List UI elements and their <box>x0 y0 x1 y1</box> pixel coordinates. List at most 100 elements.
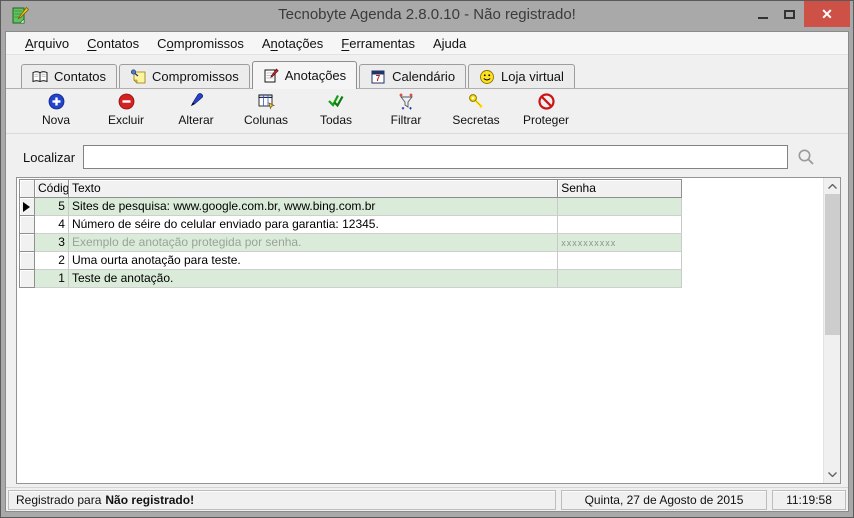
tool-label: Colunas <box>244 113 288 127</box>
cell-senha <box>558 198 682 216</box>
cell-texto: Exemplo de anotação protegida por senha. <box>69 234 558 252</box>
app-window: Tecnobyte Agenda 2.8.0.10 - Não registra… <box>0 0 854 518</box>
annotations-panel: Código Texto Senha 5 Sites de pesquisa: … <box>16 177 841 484</box>
cell-senha <box>558 216 682 234</box>
colunas-button[interactable]: Colunas <box>234 90 298 127</box>
minimize-icon <box>758 17 768 19</box>
table-row[interactable]: 3 Exemplo de anotação protegida por senh… <box>20 234 682 252</box>
registered-value: Não registrado! <box>105 493 194 507</box>
blue-plus-icon <box>47 92 66 111</box>
tool-label: Proteger <box>523 113 569 127</box>
menu-arquivo[interactable]: Arquivo <box>16 34 78 53</box>
table-row[interactable]: 5 Sites de pesquisa: www.google.com.br, … <box>20 198 682 216</box>
maximize-icon <box>784 10 795 19</box>
tool-label: Secretas <box>452 113 499 127</box>
key-icon <box>467 92 486 111</box>
notepad-pencil-icon <box>263 68 279 83</box>
no-entry-icon <box>537 92 556 111</box>
pencil-icon <box>187 92 206 111</box>
current-row-arrow-icon <box>23 202 30 212</box>
row-selector-cell <box>20 252 35 270</box>
filtrar-button[interactable]: Filtrar <box>374 90 438 127</box>
work-area: Contatos Compromissos <box>6 55 848 487</box>
menu-ferramentas[interactable]: Ferramentas <box>332 34 424 53</box>
scroll-up-button[interactable] <box>824 178 841 195</box>
cell-senha <box>558 252 682 270</box>
funnel-icon <box>397 92 416 111</box>
status-bar: Registrado para Não registrado! Quinta, … <box>6 487 848 511</box>
red-minus-icon <box>117 92 136 111</box>
window-title: Tecnobyte Agenda 2.8.0.10 - Não registra… <box>1 6 853 23</box>
column-header-codigo[interactable]: Código <box>35 180 69 198</box>
tab-loja-virtual[interactable]: Loja virtual <box>468 64 575 88</box>
menu-compromissos[interactable]: Compromissos <box>148 34 253 53</box>
table-row[interactable]: 1 Teste de anotação. <box>20 270 682 288</box>
tool-label: Alterar <box>178 113 213 127</box>
minimize-button[interactable] <box>750 1 776 27</box>
note-key-icon <box>130 69 146 84</box>
proteger-button[interactable]: Proteger <box>514 90 578 127</box>
row-selector-cell <box>20 234 35 252</box>
tab-contatos[interactable]: Contatos <box>21 64 117 88</box>
maximize-button[interactable] <box>776 1 802 27</box>
cell-codigo: 3 <box>35 234 69 252</box>
table-columns-icon <box>257 92 276 111</box>
chevron-up-icon <box>828 184 837 189</box>
cell-texto: Uma ourta anotação para teste. <box>69 252 558 270</box>
secretas-button[interactable]: Secretas <box>444 90 508 127</box>
cell-codigo: 5 <box>35 198 69 216</box>
magnifier-icon[interactable] <box>796 147 816 167</box>
tool-label: Nova <box>42 113 70 127</box>
cell-codigo: 4 <box>35 216 69 234</box>
tab-label: Compromissos <box>152 69 239 84</box>
search-row: Localizar <box>6 141 848 173</box>
menu-bar: Arquivo Contatos Compromissos Anotações … <box>6 32 848 55</box>
current-date: Quinta, 27 de Agosto de 2015 <box>585 493 744 507</box>
tab-anotacoes[interactable]: Anotações <box>252 61 357 89</box>
menu-contatos[interactable]: Contatos <box>78 34 148 53</box>
table-row[interactable]: 4 Número de séire do celular enviado par… <box>20 216 682 234</box>
scrollbar-thumb[interactable] <box>825 194 840 335</box>
scroll-down-button[interactable] <box>824 466 841 483</box>
row-selector-cell <box>20 270 35 288</box>
tab-calendario[interactable]: 7 Calendário <box>359 64 466 88</box>
tool-label: Excluir <box>108 113 144 127</box>
menu-ajuda[interactable]: Ajuda <box>424 34 475 53</box>
excluir-button[interactable]: Excluir <box>94 90 158 127</box>
row-selector-cell <box>20 216 35 234</box>
column-header-texto[interactable]: Texto <box>69 180 558 198</box>
tab-label: Contatos <box>54 69 106 84</box>
nova-button[interactable]: Nova <box>24 90 88 127</box>
cell-codigo: 1 <box>35 270 69 288</box>
selector-header-cell <box>20 180 35 198</box>
annotations-table: Código Texto Senha 5 Sites de pesquisa: … <box>19 179 682 288</box>
tab-bar: Contatos Compromissos <box>6 60 848 89</box>
close-button[interactable]: ✕ <box>804 1 850 27</box>
cell-texto: Teste de anotação. <box>69 270 558 288</box>
cell-senha <box>558 270 682 288</box>
cell-senha-masked: xxxxxxxxxx <box>561 238 616 248</box>
table-row[interactable]: 2 Uma ourta anotação para teste. <box>20 252 682 270</box>
time-pane: 11:19:58 <box>772 490 846 510</box>
client-area: Arquivo Contatos Compromissos Anotações … <box>5 31 849 512</box>
tool-label: Todas <box>320 113 352 127</box>
titlebar[interactable]: Tecnobyte Agenda 2.8.0.10 - Não registra… <box>1 1 853 31</box>
search-label: Localizar <box>23 150 83 165</box>
table-header-row: Código Texto Senha <box>20 180 682 198</box>
toolbar: Nova Excluir Alterar <box>6 90 848 134</box>
tab-compromissos[interactable]: Compromissos <box>119 64 250 88</box>
chevron-down-icon <box>828 472 837 477</box>
tab-label: Loja virtual <box>501 69 564 84</box>
row-selector-cell <box>20 198 35 216</box>
vertical-scrollbar[interactable] <box>823 178 840 483</box>
column-header-senha[interactable]: Senha <box>558 180 682 198</box>
menu-anotacoes[interactable]: Anotações <box>253 34 332 53</box>
tool-label: Filtrar <box>391 113 422 127</box>
date-pane: Quinta, 27 de Agosto de 2015 <box>561 490 767 510</box>
close-icon: ✕ <box>821 7 833 21</box>
alterar-button[interactable]: Alterar <box>164 90 228 127</box>
todas-button[interactable]: Todas <box>304 90 368 127</box>
search-input[interactable] <box>83 145 788 169</box>
calendar-icon: 7 <box>370 69 386 84</box>
double-check-icon <box>326 92 346 111</box>
